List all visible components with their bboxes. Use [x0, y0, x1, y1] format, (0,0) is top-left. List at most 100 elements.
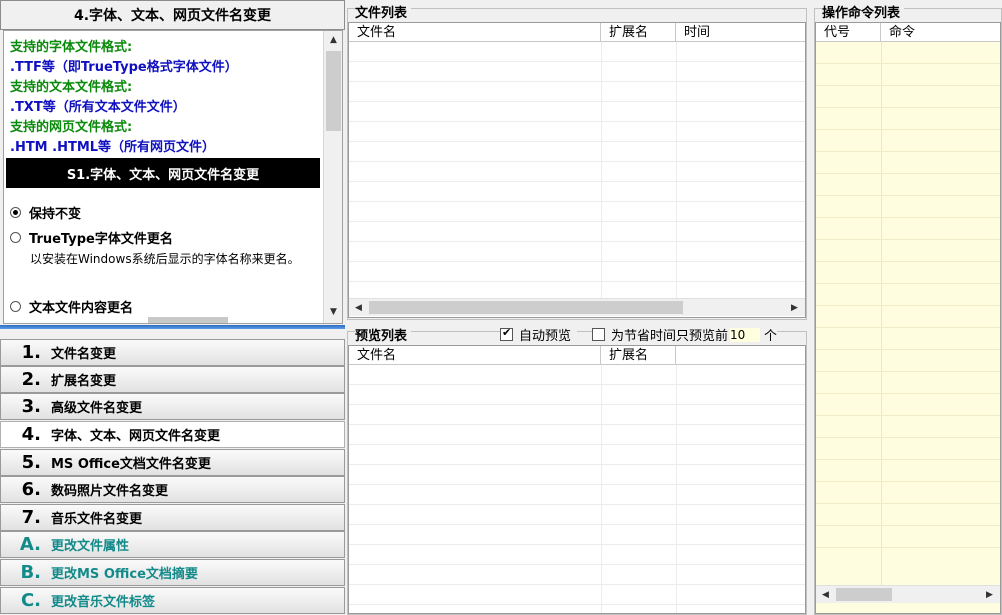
scroll-thumb[interactable]: [369, 301, 683, 314]
preview-limit-label: 为节省时间只预览前: [611, 329, 729, 344]
grid-line: [349, 464, 805, 465]
radio-button[interactable]: [10, 232, 21, 243]
column-header-time[interactable]: 时间: [676, 23, 805, 42]
grid-line: [816, 437, 1000, 438]
menu-item-5[interactable]: 5. MS Office文档文件名变更: [0, 449, 345, 476]
grid-line: [816, 525, 1000, 526]
text-format-title: 支持的文本文件格式:: [10, 80, 133, 95]
grid-line: [349, 524, 805, 525]
menu-item-7[interactable]: 7. 音乐文件名变更: [0, 504, 345, 531]
grid-line: [349, 161, 805, 162]
grid-line: [676, 365, 677, 613]
scroll-left-icon[interactable]: ◀: [349, 299, 368, 317]
menu-num: 2.: [21, 369, 41, 390]
menu-item-4[interactable]: 4. 字体、文本、网页文件名变更: [0, 421, 345, 448]
grid-line: [816, 107, 1000, 108]
web-format-desc: .HTM .HTML等（所有网页文件）: [10, 140, 216, 155]
menu-label: 音乐文件名变更: [51, 512, 143, 527]
grid-line: [816, 239, 1000, 240]
file-list-title: 文件列表: [355, 2, 412, 21]
grid-line: [349, 101, 805, 102]
preview-title: 预览列表: [355, 325, 412, 344]
grid-line: [349, 221, 805, 222]
auto-preview-label: 自动预览: [519, 329, 572, 344]
option-text-content-rename[interactable]: 文本文件内容更名: [10, 297, 133, 316]
grid-line: [349, 604, 805, 605]
partial-scrollbar-thumb: [148, 317, 228, 323]
menu-item-2[interactable]: 2. 扩展名变更: [0, 366, 345, 393]
font-format-desc: .TTF等（即TrueType格式字体文件）: [10, 60, 238, 75]
grid-line: [816, 481, 1000, 482]
separator-bar: [0, 325, 345, 329]
menu-num: 7.: [21, 507, 41, 528]
menu-item-1[interactable]: 1. 文件名变更: [0, 339, 345, 366]
preview-limit-unit: 个: [764, 329, 778, 344]
menu-item-a[interactable]: A. 更改文件属性: [0, 531, 345, 558]
preview-table[interactable]: 文件名 扩展名: [348, 345, 806, 614]
grid-line: [349, 281, 805, 282]
option-keep[interactable]: 保持不变: [10, 203, 81, 222]
grid-line: [816, 151, 1000, 152]
auto-preview-checkbox[interactable]: 自动预览: [500, 325, 578, 344]
menu-num: 1.: [21, 342, 41, 363]
preview-header: 文件名 扩展名: [349, 346, 805, 365]
horizontal-scrollbar[interactable]: ◀ ▶: [816, 585, 1000, 603]
option-truetype-rename[interactable]: TrueType字体文件更名: [10, 228, 173, 247]
menu-label: 高级文件名变更: [51, 401, 143, 416]
font-format-title: 支持的字体文件格式:: [10, 40, 133, 55]
preview-limit-input[interactable]: 10: [730, 327, 761, 342]
grid-line: [349, 504, 805, 505]
panel-title: 4.字体、文本、网页文件名变更: [0, 0, 345, 30]
grid-line: [349, 121, 805, 122]
column-header-command[interactable]: 命令: [881, 23, 1000, 42]
grid-line: [816, 129, 1000, 130]
column-header-empty: [676, 346, 805, 365]
scroll-left-icon[interactable]: ◀: [816, 586, 835, 604]
preview-limit-checkbox[interactable]: 为节省时间只预览前 10 个: [592, 325, 778, 344]
grid-line: [349, 141, 805, 142]
app-window: 4. 字体、文本、网页文件名变更 支持的字体文件格式: .TTF等（即TrueTy…: [0, 0, 1002, 615]
menu-num: 6.: [21, 479, 41, 500]
grid-line: [349, 81, 805, 82]
grid-line: [349, 544, 805, 545]
scroll-up-icon[interactable]: ▲: [324, 31, 342, 49]
menu-item-b[interactable]: B. 更改MS Office文档摘要: [0, 559, 345, 586]
checkbox-icon[interactable]: [592, 328, 605, 341]
vertical-scrollbar[interactable]: ▲ ▼: [323, 31, 342, 323]
command-list-header: 代号 命令: [816, 23, 1000, 42]
scroll-right-icon[interactable]: ▶: [980, 586, 999, 604]
command-list-title: 操作命令列表: [822, 2, 905, 21]
column-header-extension[interactable]: 扩展名: [601, 23, 676, 42]
menu-label: MS Office文档文件名变更: [51, 457, 211, 472]
menu-label: 更改文件属性: [51, 539, 130, 554]
grid-line: [816, 503, 1000, 504]
menu-num: 5.: [21, 452, 41, 473]
column-header-code[interactable]: 代号: [816, 23, 881, 42]
menu-num: C.: [20, 590, 41, 611]
grid-line: [349, 484, 805, 485]
scroll-thumb[interactable]: [326, 51, 341, 131]
radio-button[interactable]: [10, 207, 21, 218]
menu-label: 字体、文本、网页文件名变更: [51, 429, 221, 444]
radio-button[interactable]: [10, 301, 21, 312]
grid-line: [349, 201, 805, 202]
grid-line: [349, 261, 805, 262]
file-list-table[interactable]: 文件名 扩展名 时间 ◀ ▶: [348, 22, 806, 318]
scroll-down-icon[interactable]: ▼: [324, 303, 342, 321]
scroll-thumb[interactable]: [836, 588, 892, 601]
format-info-box: 支持的字体文件格式: .TTF等（即TrueType格式字体文件） 支持的文本文…: [3, 30, 343, 324]
column-header-extension[interactable]: 扩展名: [601, 346, 676, 365]
menu-item-6[interactable]: 6. 数码照片文件名变更: [0, 476, 345, 503]
menu-label: 数码照片文件名变更: [51, 484, 169, 499]
horizontal-scrollbar[interactable]: ◀ ▶: [349, 298, 805, 316]
column-header-filename[interactable]: 文件名: [349, 23, 601, 42]
menu-item-c[interactable]: C. 更改音乐文件标签: [0, 587, 345, 614]
column-header-filename[interactable]: 文件名: [349, 346, 601, 365]
command-list-table[interactable]: 代号 命令 ◀ ▶: [815, 22, 1001, 614]
menu-num: 3.: [21, 396, 41, 417]
checkbox-icon[interactable]: [500, 326, 513, 341]
scroll-right-icon[interactable]: ▶: [785, 299, 804, 317]
grid-line: [601, 365, 602, 613]
grid-line: [349, 384, 805, 385]
menu-item-3[interactable]: 3. 高级文件名变更: [0, 393, 345, 420]
